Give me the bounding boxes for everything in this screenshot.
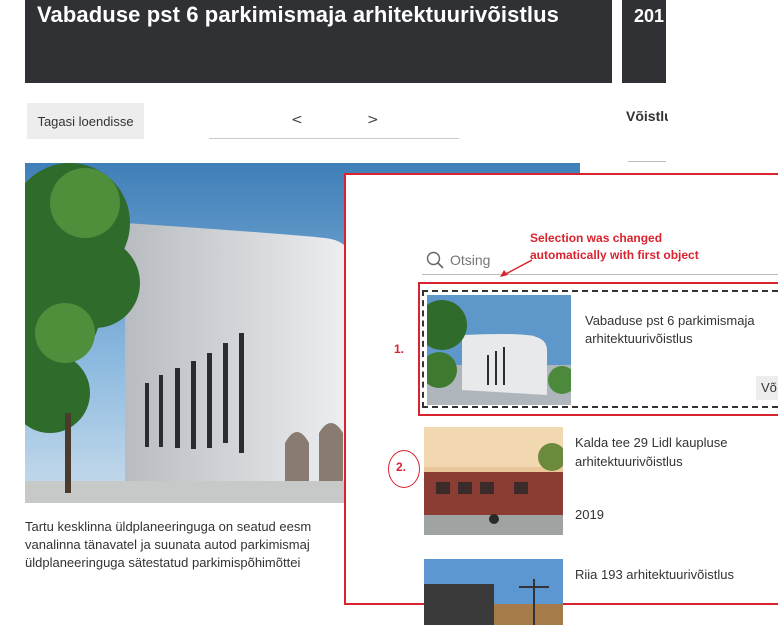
annotation-line: Selection was changed — [530, 231, 663, 245]
list-item-name: Vabaduse pst 6 parkimismaja arhitektuuri… — [585, 312, 778, 348]
list-item-name: Riia 193 arhitektuurivõistlus — [575, 567, 734, 582]
annotation-note: Selection was changed automatically with… — [530, 230, 699, 264]
description-line: Tartu kesklinna üldplaneeringuga on seat… — [25, 519, 312, 534]
list-item-thumbnail — [424, 427, 563, 535]
pager: < > — [209, 103, 459, 139]
side-divider — [628, 161, 666, 162]
annotation-line: automatically with first object — [530, 248, 699, 262]
list-item-thumbnail — [424, 559, 563, 625]
list-item-badge: Võ — [756, 376, 778, 400]
selection-outline: Vabaduse pst 6 parkimismaja arhitektuuri… — [422, 290, 778, 408]
list-item-name: Kalda tee 29 Lidl kaupluse arhitektuuriv… — [575, 433, 775, 471]
description-line: üldplaneeringuga sätestatud parkimispõhi… — [25, 555, 301, 570]
side-heading: Võistlu — [626, 108, 668, 124]
page-title-bar: Vabaduse pst 6 parkimismaja arhitektuuri… — [25, 0, 612, 83]
list-item-name-line: arhitektuurivõistlus — [585, 331, 693, 346]
annotation-marker-2-label: 2. — [396, 460, 407, 474]
list-item-name-line: arhitektuurivõistlus — [575, 454, 683, 469]
previous-button[interactable]: < — [291, 112, 303, 128]
description-text: Tartu kesklinna üldplaneeringuga on seat… — [25, 518, 355, 572]
next-button[interactable]: > — [367, 112, 379, 128]
annotation-arrow-icon — [500, 259, 533, 277]
next-title-fragment: 201 — [634, 6, 665, 26]
annotation-marker-2: 2. — [388, 450, 420, 488]
annotation-marker-1: 1. — [394, 342, 405, 356]
list-item-selected[interactable]: Vabaduse pst 6 parkimismaja arhitektuuri… — [418, 282, 778, 416]
page-title: Vabaduse pst 6 parkimismaja arhitektuuri… — [37, 2, 559, 27]
list-item-name-line: Vabaduse pst 6 parkimismaja — [585, 313, 755, 328]
description-line: vanalinna tänavatel ja suunata autod par… — [25, 537, 310, 552]
list-item-thumbnail — [427, 295, 571, 405]
list-item[interactable]: Riia 193 arhitektuurivõistlus — [424, 559, 778, 625]
search-icon — [426, 251, 444, 269]
list-item-year: 2019 — [575, 507, 604, 522]
list-item[interactable]: Kalda tee 29 Lidl kaupluse arhitektuuriv… — [424, 427, 778, 537]
next-title-bar: 201 — [622, 0, 666, 83]
list-item-name-line: Kalda tee 29 Lidl kaupluse — [575, 435, 728, 450]
back-to-list-button[interactable]: Tagasi loendisse — [27, 103, 144, 139]
